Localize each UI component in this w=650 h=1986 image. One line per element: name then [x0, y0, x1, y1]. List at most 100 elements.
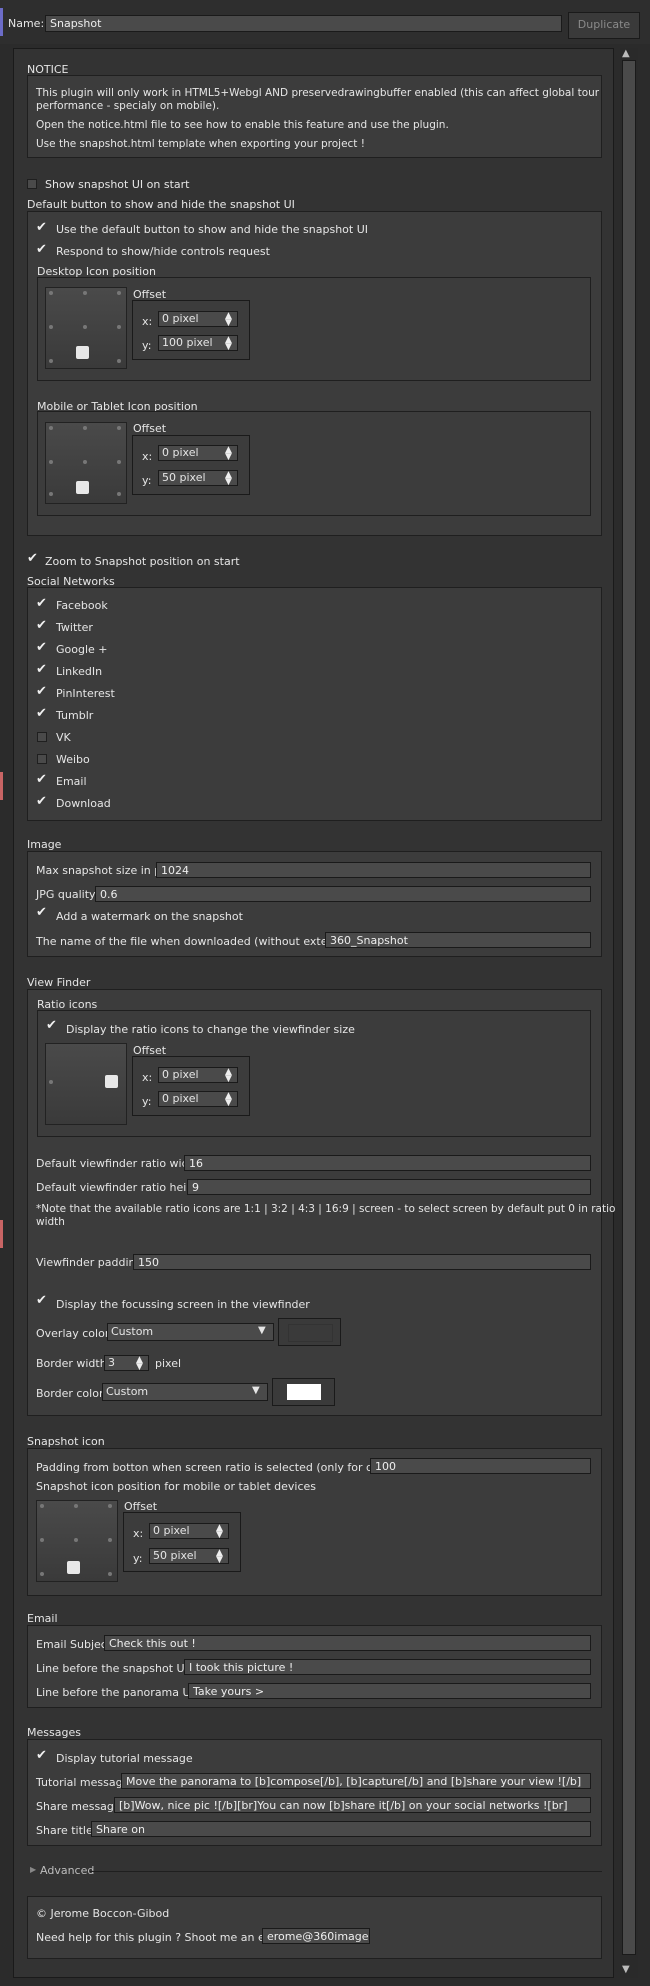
respond-label: Respond to show/hide controls request: [56, 245, 270, 258]
ratio-height-input[interactable]: 9: [187, 1179, 591, 1195]
grid-dot[interactable]: [49, 359, 53, 363]
social-checkbox[interactable]: ✔: [36, 685, 47, 698]
grid-dot[interactable]: [108, 1538, 112, 1542]
share-message-input[interactable]: [b]Wow, nice pic ![/b][br]You can now [b…: [114, 1797, 591, 1813]
y-label: y:: [142, 474, 152, 487]
grid-dot[interactable]: [49, 492, 53, 496]
chevron-right-icon[interactable]: ▶: [30, 1865, 36, 1874]
spinner-arrows-icon[interactable]: ▼: [225, 318, 232, 328]
show-on-start-checkbox[interactable]: [27, 179, 37, 189]
border-color-swatch[interactable]: [287, 1384, 321, 1400]
display-tutorial-checkbox[interactable]: ✔: [36, 1749, 47, 1762]
grid-dot[interactable]: [40, 1572, 44, 1576]
spinner-arrows-icon[interactable]: ▼: [216, 1555, 223, 1565]
overlay-color-dropdown[interactable]: Custom: [107, 1323, 274, 1341]
grid-dot[interactable]: [49, 325, 53, 329]
zoom-label: Zoom to Snapshot position on start: [45, 555, 240, 568]
grid-dot[interactable]: [40, 1504, 44, 1508]
scroll-down-icon[interactable]: ▼: [622, 1964, 630, 1975]
grid-selected-position[interactable]: [67, 1561, 80, 1574]
grid-dot[interactable]: [83, 291, 87, 295]
chevron-down-icon[interactable]: ▼: [258, 1325, 266, 1336]
snapshot-x-value: 0 pixel: [153, 1524, 190, 1537]
social-checkbox[interactable]: ✔: [36, 707, 47, 720]
name-input[interactable]: Snapshot: [45, 15, 562, 32]
social-checkbox[interactable]: ✔: [36, 619, 47, 632]
accent-stripe: [0, 8, 3, 36]
social-checkbox[interactable]: [37, 754, 47, 764]
chevron-down-icon[interactable]: ▼: [252, 1385, 260, 1396]
viewfinder-padding-label: Viewfinder padding: [36, 1256, 143, 1269]
watermark-checkbox[interactable]: ✔: [36, 906, 47, 919]
x-label: x:: [142, 315, 153, 328]
display-ratio-label: Display the ratio icons to change the vi…: [66, 1023, 355, 1036]
border-color-dropdown[interactable]: Custom: [102, 1383, 268, 1401]
watermark-label: Add a watermark on the snapshot: [56, 910, 243, 923]
grid-dot[interactable]: [108, 1572, 112, 1576]
grid-dot[interactable]: [83, 325, 87, 329]
social-checkbox[interactable]: ✔: [36, 641, 47, 654]
spinner-arrows-icon[interactable]: ▼: [225, 342, 232, 352]
grid-dot[interactable]: [74, 1538, 78, 1542]
grid-dot[interactable]: [117, 460, 121, 464]
overlay-color-swatch[interactable]: [288, 1324, 333, 1342]
spinner-arrows-icon[interactable]: ▼: [136, 1362, 143, 1372]
email-subject-input[interactable]: Check this out !: [104, 1635, 591, 1651]
grid-dot[interactable]: [117, 359, 121, 363]
zoom-checkbox[interactable]: ✔: [27, 552, 38, 565]
grid-dot[interactable]: [83, 460, 87, 464]
social-checkbox[interactable]: [37, 732, 47, 742]
mobile-y-value: 50 pixel: [162, 471, 206, 484]
contact-email-field[interactable]: erome@360images.fr: [262, 1928, 370, 1944]
share-title-input[interactable]: Share on: [91, 1821, 591, 1837]
grid-dot[interactable]: [117, 291, 121, 295]
social-checkbox[interactable]: ✔: [36, 663, 47, 676]
max-size-input[interactable]: 1024: [156, 862, 591, 878]
tutorial-input[interactable]: Move the panorama to [b]compose[/b], [b]…: [121, 1773, 591, 1789]
top-bar: Name: Snapshot Duplicate: [0, 0, 650, 44]
use-default-checkbox[interactable]: ✔: [36, 221, 47, 234]
grid-dot[interactable]: [117, 426, 121, 430]
grid-dot[interactable]: [49, 291, 53, 295]
grid-selected-position[interactable]: [105, 1075, 118, 1088]
grid-dot[interactable]: [74, 1504, 78, 1508]
filename-input[interactable]: 360_Snapshot: [325, 932, 591, 948]
before-snapshot-input[interactable]: I took this picture !: [184, 1659, 591, 1675]
use-default-label: Use the default button to show and hide …: [56, 223, 369, 236]
viewfinder-padding-input[interactable]: 150: [133, 1254, 591, 1270]
scrollbar-thumb[interactable]: [622, 60, 636, 1955]
grid-dot[interactable]: [49, 426, 53, 430]
display-ratio-checkbox[interactable]: ✔: [46, 1019, 57, 1032]
tutorial-label: Tutorial message: [36, 1776, 130, 1789]
social-checkbox[interactable]: ✔: [36, 795, 47, 808]
grid-dot[interactable]: [49, 460, 53, 464]
grid-dot[interactable]: [40, 1538, 44, 1542]
respond-checkbox[interactable]: ✔: [36, 243, 47, 256]
grid-dot[interactable]: [117, 492, 121, 496]
grid-dot[interactable]: [117, 325, 121, 329]
social-label: Weibo: [56, 753, 90, 766]
ratio-width-input[interactable]: 16: [184, 1155, 591, 1171]
grid-selected-position[interactable]: [76, 481, 89, 494]
before-panorama-input[interactable]: Take yours >: [188, 1683, 591, 1699]
scroll-up-icon[interactable]: ▲: [622, 48, 630, 59]
border-width-value: 3: [108, 1356, 115, 1369]
duplicate-button[interactable]: Duplicate: [568, 12, 640, 39]
advanced-toggle[interactable]: Advanced: [40, 1864, 94, 1877]
spinner-arrows-icon[interactable]: ▼: [225, 452, 232, 462]
grid-dot[interactable]: [108, 1504, 112, 1508]
grid-selected-position[interactable]: [76, 346, 89, 359]
grid-dot[interactable]: [49, 1080, 53, 1084]
jpg-quality-label: JPG quality: [36, 888, 96, 901]
spinner-arrows-icon[interactable]: ▼: [225, 1098, 232, 1108]
social-checkbox[interactable]: ✔: [36, 773, 47, 786]
jpg-quality-input[interactable]: 0.6: [95, 886, 591, 902]
social-checkbox[interactable]: ✔: [36, 597, 47, 610]
focus-screen-checkbox[interactable]: ✔: [36, 1294, 47, 1307]
snapshot-padding-input[interactable]: 100: [370, 1458, 591, 1474]
social-label: VK: [56, 731, 71, 744]
grid-dot[interactable]: [83, 426, 87, 430]
spinner-arrows-icon[interactable]: ▼: [225, 1074, 232, 1084]
spinner-arrows-icon[interactable]: ▼: [216, 1530, 223, 1540]
spinner-arrows-icon[interactable]: ▼: [225, 477, 232, 487]
